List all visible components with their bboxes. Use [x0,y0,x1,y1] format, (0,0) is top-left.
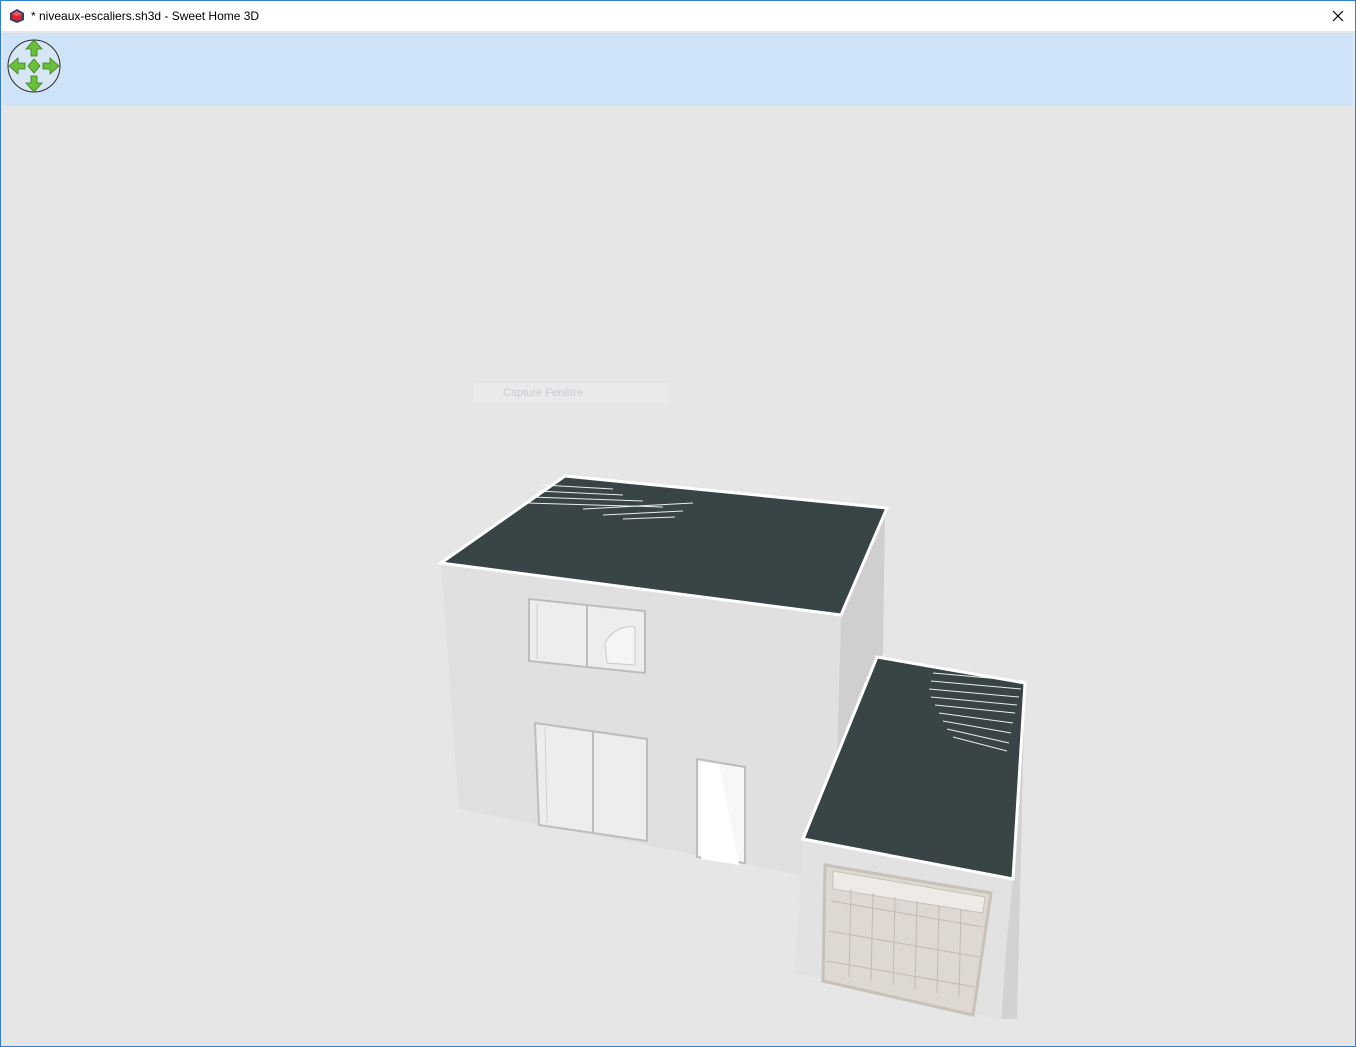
front-door [696,757,746,865]
close-button[interactable] [1321,1,1355,31]
house-3d-model[interactable] [3,33,1353,1044]
lower-window [533,721,648,843]
close-icon [1332,10,1344,22]
garage-door [821,863,993,1017]
title-bar[interactable]: * niveaux-escaliers.sh3d - Sweet Home 3D [1,1,1355,31]
app-window: * niveaux-escaliers.sh3d - Sweet Home 3D [0,0,1356,1047]
window-title: * niveaux-escaliers.sh3d - Sweet Home 3D [31,9,260,23]
sweet-home-3d-app-icon [10,9,24,23]
upper-window [528,597,646,675]
3d-view[interactable]: Capture Fenêtre [3,33,1353,1044]
